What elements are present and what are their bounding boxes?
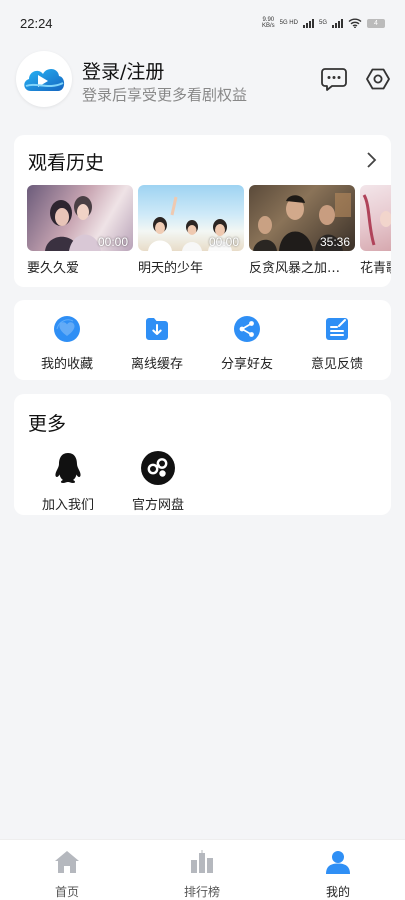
more-card: 更多 加入我们 官方网盘 xyxy=(14,394,391,515)
signal-tag-primary: 5G HD xyxy=(279,20,298,26)
app-logo-icon xyxy=(24,68,65,91)
settings-icon xyxy=(366,68,390,90)
chevron-right-icon[interactable] xyxy=(363,151,379,169)
quick-tools-card: 我的收藏 离线缓存 分享好友 意见反馈 xyxy=(14,300,391,380)
feedback-icon xyxy=(326,318,348,340)
nav-home[interactable]: 首页 xyxy=(27,849,107,900)
signal-bars-icon xyxy=(302,18,314,28)
history-item-name: 要久久爱 xyxy=(27,261,80,276)
login-subtitle: 登录后享受更多看剧权益 xyxy=(82,86,248,104)
avatar[interactable] xyxy=(16,51,72,107)
status-time: 22:24 xyxy=(20,15,53,31)
signal-tag-secondary: 5G xyxy=(318,20,327,26)
signal-bars-2-icon xyxy=(332,18,343,28)
history-duration: 00:00 xyxy=(97,235,128,249)
download-icon xyxy=(146,318,168,340)
history-item[interactable]: 花青歌 xyxy=(360,185,391,276)
qq-penguin-icon xyxy=(55,453,81,483)
history-item-name: 反贪风暴之加… xyxy=(249,261,341,276)
history-item[interactable]: 00:00 要久久爱 xyxy=(27,185,133,276)
favorites-button[interactable]: 我的收藏 xyxy=(22,315,112,372)
join-us-label: 加入我们 xyxy=(41,498,94,513)
offline-cache-button[interactable]: 离线缓存 xyxy=(112,315,202,372)
nav-mine-label: 我的 xyxy=(325,885,350,899)
status-bar: 22:24 9.90 KB/s 5G HD 5G 4 xyxy=(0,0,405,46)
history-thumbnail[interactable]: 35:36 xyxy=(249,185,355,251)
history-duration: 35:36 xyxy=(319,235,350,249)
login-register-title[interactable]: 登录/注册 xyxy=(82,57,164,84)
network-speed: 9.90 KB/s xyxy=(261,17,275,29)
history-thumbnail[interactable] xyxy=(360,185,391,251)
feedback-button[interactable]: 意见反馈 xyxy=(292,315,382,372)
cloud-drive-label: 官方网盘 xyxy=(131,498,184,513)
feedback-label: 意见反馈 xyxy=(310,357,363,372)
battery-indicator: 4 xyxy=(367,18,385,28)
home-icon xyxy=(55,851,79,873)
watch-history-list: 00:00 要久久爱 00:00 明天的少年 35:36 反贪风暴之加… 花青 xyxy=(27,185,391,280)
favorites-label: 我的收藏 xyxy=(40,357,93,372)
user-icon xyxy=(326,851,350,874)
history-item-name: 明天的少年 xyxy=(138,261,204,276)
message-icon xyxy=(321,68,347,91)
settings-button[interactable] xyxy=(364,65,392,93)
profile-header[interactable]: 登录/注册 登录后享受更多看剧权益 xyxy=(16,51,392,109)
offline-cache-label: 离线缓存 xyxy=(130,357,183,372)
nav-home-label: 首页 xyxy=(54,885,79,899)
history-duration: 00:00 xyxy=(208,235,239,249)
join-us-button[interactable]: 加入我们 xyxy=(28,450,108,513)
message-button[interactable] xyxy=(320,65,348,93)
history-thumbnail[interactable]: 00:00 xyxy=(27,185,133,251)
bottom-navigation: 首页 排行榜 我的 xyxy=(0,839,405,900)
watch-history-title: 观看历史 xyxy=(28,152,105,174)
share-icon xyxy=(234,316,260,342)
cloud-drive-button[interactable]: 官方网盘 xyxy=(118,450,198,513)
history-item[interactable]: 00:00 明天的少年 xyxy=(138,185,244,276)
watch-history-card: 观看历史 00:00 要久久爱 00:00 明天的少年 35:36 反贪风暴之加… xyxy=(14,135,391,287)
share-friends-button[interactable]: 分享好友 xyxy=(202,315,292,372)
heart-icon xyxy=(54,316,80,342)
wifi-icon xyxy=(348,18,362,28)
cloud-drive-icon xyxy=(141,451,175,485)
nav-ranking-label: 排行榜 xyxy=(183,885,220,899)
more-title: 更多 xyxy=(28,413,67,435)
ranking-icon xyxy=(191,850,213,873)
status-indicators: 9.90 KB/s 5G HD 5G 4 xyxy=(262,17,385,29)
history-thumbnail[interactable]: 00:00 xyxy=(138,185,244,251)
history-item-name: 花青歌 xyxy=(360,261,391,276)
nav-ranking[interactable]: 排行榜 xyxy=(162,849,242,900)
history-item[interactable]: 35:36 反贪风暴之加… xyxy=(249,185,355,276)
share-friends-label: 分享好友 xyxy=(220,357,273,372)
nav-mine[interactable]: 我的 xyxy=(298,849,378,900)
